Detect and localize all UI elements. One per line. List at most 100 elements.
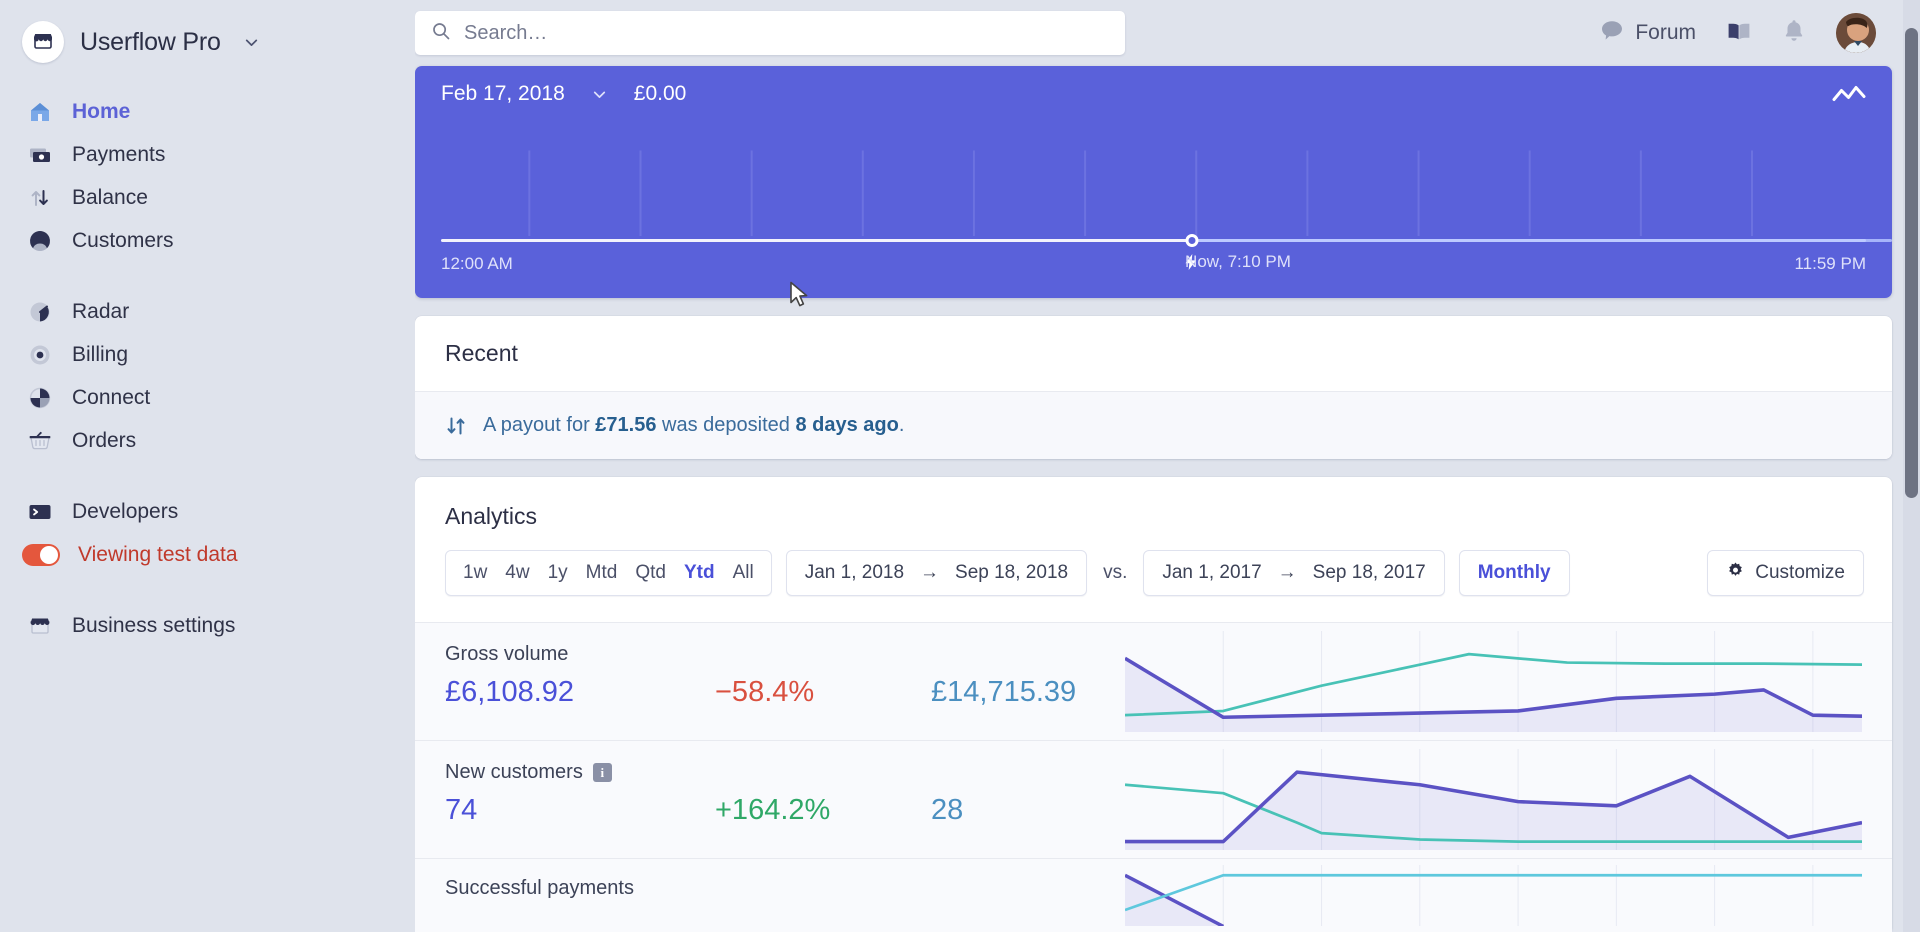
- main-area: Forum: [415, 0, 1920, 932]
- metric-summary: Gross volume £6,108.92 −58.4% £14,715.39: [415, 623, 1125, 740]
- range-preset-1y[interactable]: 1y: [539, 551, 577, 595]
- sidebar-item-balance[interactable]: Balance: [0, 176, 415, 219]
- balance-card-header: Feb 17, 2018 £0.00: [415, 66, 1892, 106]
- gear-icon: [1726, 561, 1745, 586]
- sidebar-item-connect[interactable]: Connect: [0, 376, 415, 419]
- metric-name: Gross volume: [445, 643, 1125, 666]
- sidebar-item-label: Customers: [72, 228, 174, 252]
- balance-summary-card: Feb 17, 2018 £0.00 12:00 AM Now, 7:10 PM…: [415, 66, 1892, 298]
- sidebar-item-radar[interactable]: Radar: [0, 290, 415, 333]
- range-preset-qtd[interactable]: Qtd: [626, 551, 675, 595]
- customers-person-icon: [26, 227, 54, 255]
- search-box[interactable]: [415, 11, 1125, 55]
- interval-label: Monthly: [1477, 562, 1551, 583]
- balance-now-text: Now, 7:10 PM: [1185, 252, 1291, 271]
- range-preset-4w[interactable]: 4w: [496, 551, 538, 595]
- forum-link[interactable]: Forum: [1600, 19, 1696, 47]
- balance-now-label: Now, 7:10 PM: [1185, 252, 1291, 271]
- viewing-test-data-toggle[interactable]: Viewing test data: [0, 533, 415, 576]
- line-chart-icon[interactable]: [1832, 84, 1866, 111]
- metric-summary: New customers i 74 +164.2% 28: [415, 741, 1125, 858]
- balance-date: Feb 17, 2018: [441, 82, 565, 105]
- payout-prefix: A payout for: [483, 414, 596, 436]
- range-preset-all[interactable]: All: [724, 551, 763, 595]
- sidebar-item-label: Radar: [72, 299, 130, 323]
- scrollbar-track[interactable]: [1903, 0, 1920, 932]
- metric-row-gross-volume[interactable]: Gross volume £6,108.92 −58.4% £14,715.39: [415, 622, 1892, 740]
- balance-axis-start-label: 12:00 AM: [441, 254, 513, 273]
- sidebar-item-orders[interactable]: Orders: [0, 419, 415, 462]
- recent-payout-row[interactable]: A payout for £71.56 was deposited 8 days…: [415, 392, 1892, 459]
- metric-row-new-customers[interactable]: New customers i 74 +164.2% 28: [415, 740, 1892, 858]
- avatar[interactable]: [1836, 13, 1876, 53]
- recent-title: Recent: [415, 316, 1892, 392]
- info-icon[interactable]: i: [592, 763, 612, 782]
- range-preset-ytd[interactable]: Ytd: [675, 551, 724, 595]
- sidebar-item-customers[interactable]: Customers: [0, 219, 415, 262]
- radar-icon: [26, 298, 54, 326]
- toggle-switch[interactable]: [22, 543, 60, 566]
- book-icon[interactable]: [1726, 19, 1752, 48]
- connect-pie-icon: [26, 384, 54, 412]
- sidebar-item-payments[interactable]: Payments: [0, 133, 415, 176]
- compare-range-end: Sep 18, 2017: [1312, 562, 1426, 583]
- terminal-icon: [26, 498, 54, 526]
- range-preset-mtd[interactable]: Mtd: [577, 551, 627, 595]
- search-input[interactable]: [464, 21, 1109, 45]
- chat-bubble-icon: [1600, 19, 1624, 47]
- range-preset-1w[interactable]: 1w: [454, 551, 496, 595]
- payout-suffix: .: [898, 414, 905, 436]
- sidebar-item-developers[interactable]: Developers: [0, 490, 415, 533]
- app-root: Userflow Pro Home Payments Balance Custo…: [0, 0, 1920, 932]
- sidebar: Userflow Pro Home Payments Balance Custo…: [0, 0, 415, 932]
- nav-group-primary: Home Payments Balance Customers: [0, 90, 415, 262]
- analytics-controls: 1w 4w 1y Mtd Qtd Ytd All Jan 1, 2018 → S…: [415, 530, 1892, 622]
- sidebar-item-label: Developers: [72, 499, 179, 523]
- metric-sparkline-new-customers: [1125, 741, 1892, 858]
- storefront-icon: [22, 21, 64, 63]
- chevron-down-icon[interactable]: [591, 86, 608, 103]
- interval-select[interactable]: Monthly: [1458, 550, 1570, 596]
- recent-card: Recent A payout for £71.56 was deposited…: [415, 316, 1892, 459]
- nav-group-settings: Business settings: [0, 604, 415, 647]
- payout-time: 8 days ago: [795, 414, 899, 436]
- chevron-down-icon[interactable]: [243, 34, 260, 51]
- forum-label: Forum: [1635, 21, 1696, 44]
- scrollbar-thumb[interactable]: [1905, 28, 1918, 498]
- bell-icon[interactable]: [1782, 18, 1806, 48]
- mouse-cursor: [789, 281, 809, 314]
- nav-group-products: Radar Billing Connect Orders: [0, 290, 415, 462]
- metric-values: 74 +164.2% 28: [445, 794, 1125, 827]
- content-column: Feb 17, 2018 £0.00 12:00 AM Now, 7:10 PM…: [415, 66, 1920, 932]
- recent-payout-message: A payout for £71.56 was deposited 8 days…: [483, 414, 904, 437]
- payments-card-icon: [26, 141, 54, 169]
- topbar-actions: Forum: [1600, 13, 1894, 53]
- customize-button[interactable]: Customize: [1707, 550, 1864, 596]
- metric-sparkline-successful-payments: [1125, 859, 1892, 932]
- metric-name-label: New customers: [445, 761, 583, 783]
- compare-date-range[interactable]: Jan 1, 2017 → Sep 18, 2017: [1143, 550, 1445, 596]
- arrow-right-icon: →: [1277, 562, 1297, 583]
- analytics-card: Analytics 1w 4w 1y Mtd Qtd Ytd All Jan 1…: [415, 477, 1892, 932]
- metric-primary-value: £6,108.92: [445, 676, 575, 708]
- balance-axis-remaining: [1191, 239, 1892, 242]
- balance-arrows-icon: [26, 184, 54, 212]
- primary-date-range[interactable]: Jan 1, 2018 → Sep 18, 2018: [785, 550, 1088, 596]
- metric-delta-value: +164.2%: [715, 794, 831, 826]
- balance-now-marker[interactable]: [1185, 234, 1199, 247]
- sidebar-item-billing[interactable]: Billing: [0, 333, 415, 376]
- sidebar-item-home[interactable]: Home: [0, 90, 415, 133]
- sidebar-item-label: Business settings: [72, 613, 236, 637]
- balance-axis-labels: 12:00 AM Now, 7:10 PM 11:59 PM: [441, 252, 1866, 278]
- topbar: Forum: [415, 0, 1920, 66]
- brand-switcher[interactable]: Userflow Pro: [0, 0, 415, 66]
- metric-name-label: Gross volume: [445, 643, 569, 665]
- billing-target-icon: [26, 341, 54, 369]
- metric-row-successful-payments[interactable]: Successful payments: [415, 858, 1892, 932]
- sidebar-item-label: Payments: [72, 142, 166, 166]
- customize-label: Customize: [1755, 562, 1845, 583]
- analytics-title: Analytics: [445, 503, 538, 529]
- compare-range-start: Jan 1, 2017: [1162, 562, 1262, 583]
- sidebar-item-business-settings[interactable]: Business settings: [0, 604, 415, 647]
- metric-summary: Successful payments: [415, 859, 1125, 932]
